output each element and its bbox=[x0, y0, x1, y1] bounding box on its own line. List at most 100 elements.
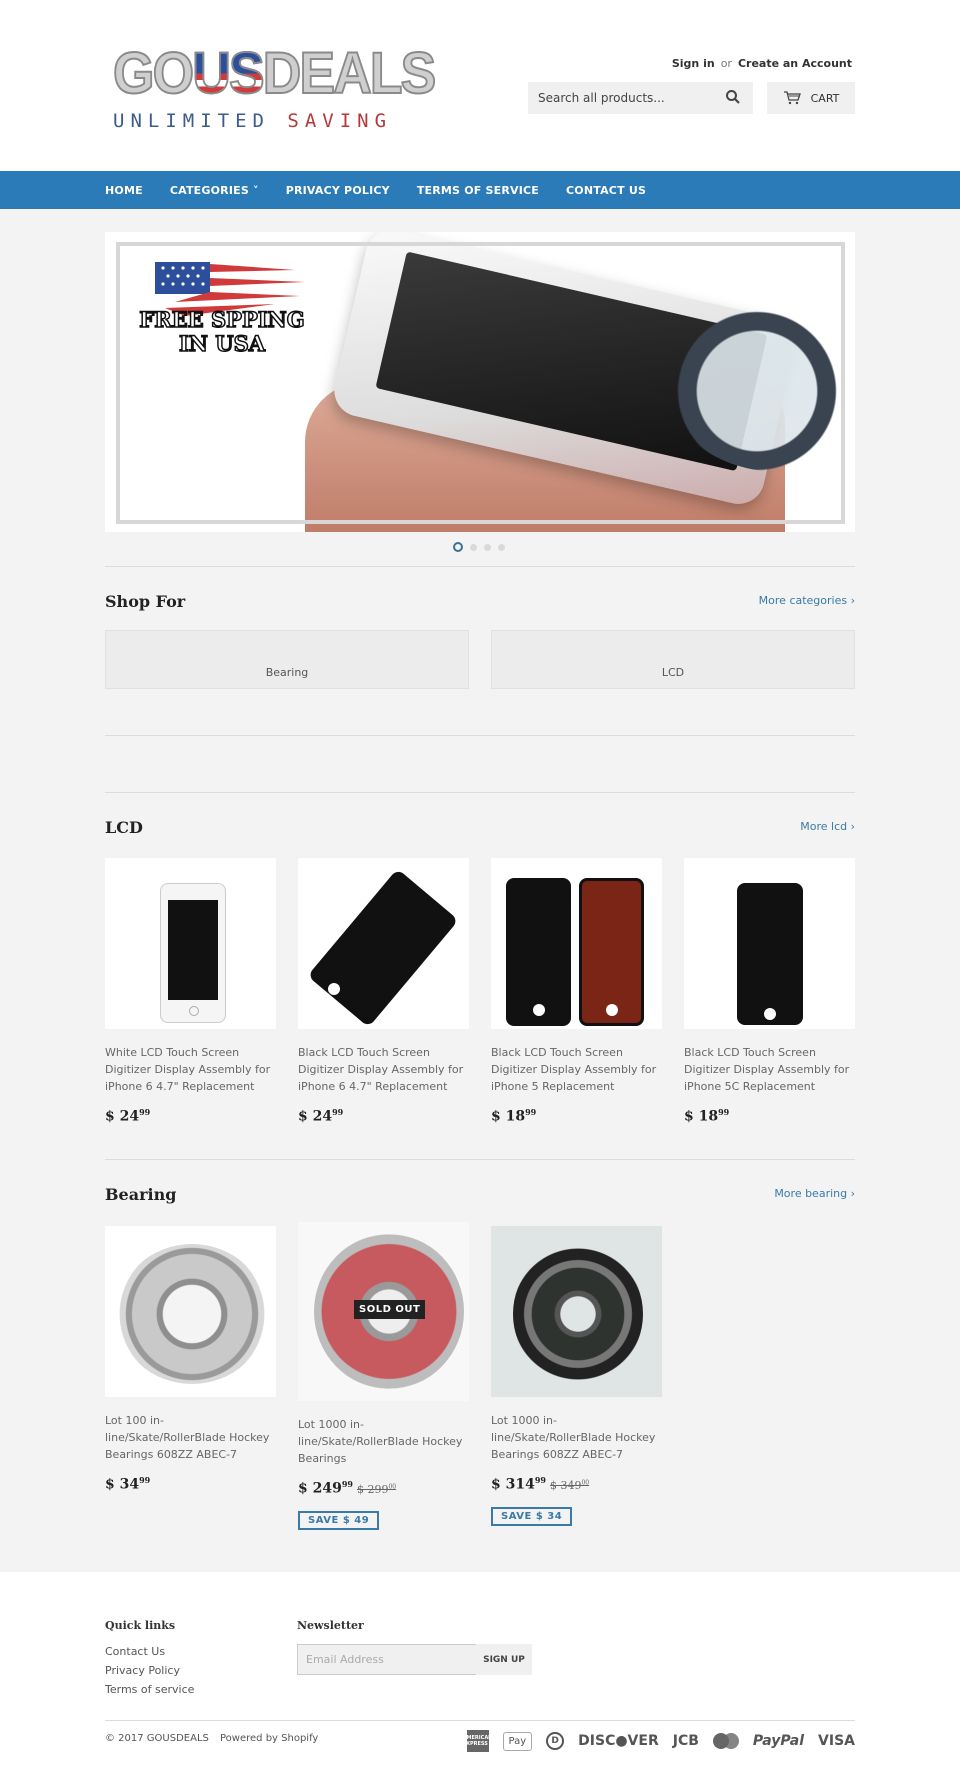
product-card[interactable]: Black LCD Touch Screen Digitizer Display… bbox=[684, 858, 855, 1125]
diners-club-icon: D bbox=[546, 1732, 565, 1750]
product-card[interactable]: SOLD OUT Lot 1000 in-line/Skate/RollerBl… bbox=[298, 1222, 469, 1530]
shop-for-title: Shop For bbox=[105, 592, 186, 611]
bearing-section-title: Bearing bbox=[105, 1185, 177, 1204]
product-image bbox=[684, 858, 855, 1029]
slide-dot-4[interactable] bbox=[498, 543, 505, 551]
logo-wordmark: GOUSDEALS bbox=[112, 41, 437, 106]
slide-dot-2[interactable] bbox=[470, 543, 477, 551]
mastercard-icon bbox=[712, 1733, 739, 1749]
nav-home[interactable]: HOME bbox=[105, 184, 143, 197]
discover-icon: DISC●VER bbox=[578, 1733, 659, 1749]
search-button[interactable] bbox=[725, 89, 743, 107]
product-card[interactable]: Lot 1000 in-line/Skate/RollerBlade Hocke… bbox=[491, 1226, 662, 1526]
product-price: $ 1899 bbox=[491, 1107, 537, 1125]
product-image bbox=[298, 858, 469, 1029]
more-categories-link[interactable]: More categories › bbox=[759, 594, 855, 607]
logo-text-flag: US bbox=[191, 41, 265, 106]
nav-categories[interactable]: CATEGORIES ˅ bbox=[170, 184, 259, 197]
product-title: Black LCD Touch Screen Digitizer Display… bbox=[298, 1046, 464, 1093]
logo-tagline: UNLIMITED SAVING bbox=[113, 110, 398, 132]
product-price: $ 1899 bbox=[684, 1107, 730, 1125]
divider bbox=[105, 735, 855, 736]
or-text: or bbox=[720, 57, 732, 70]
logo-text-right: DEALS bbox=[262, 41, 437, 106]
slide-dot-1[interactable] bbox=[453, 542, 463, 552]
search-input[interactable] bbox=[538, 91, 725, 105]
footer-link-contact-us[interactable]: Contact Us bbox=[105, 1645, 165, 1658]
apple-pay-icon: Pay bbox=[502, 1731, 533, 1751]
product-image bbox=[105, 1226, 276, 1397]
hero-slideshow[interactable]: FREE SPPING IN USA bbox=[105, 232, 855, 532]
product-title: Lot 100 in-line/Skate/RollerBlade Hockey… bbox=[105, 1414, 270, 1461]
category-bearing[interactable]: Bearing bbox=[105, 630, 469, 689]
product-image bbox=[491, 858, 662, 1029]
visa-icon: VISA bbox=[818, 1733, 855, 1749]
quick-links-title: Quick links bbox=[105, 1619, 176, 1632]
cart-button[interactable]: CART bbox=[767, 82, 855, 114]
bearing-product-grid: Lot 100 in-line/Skate/RollerBlade Hockey… bbox=[105, 1222, 662, 1530]
save-badge: SAVE $ 49 bbox=[298, 1510, 380, 1530]
main-nav: HOME CATEGORIES ˅ PRIVACY POLICY TERMS O… bbox=[0, 171, 960, 209]
compare-price: $ 29900 bbox=[356, 1482, 397, 1496]
save-badge: SAVE $ 34 bbox=[491, 1506, 573, 1526]
product-price: $ 2499 bbox=[105, 1107, 151, 1125]
create-account-link[interactable]: Create an Account bbox=[738, 57, 852, 70]
site-logo[interactable]: GOUSDEALS UNLIMITED SAVING bbox=[112, 41, 437, 144]
product-card[interactable]: Black LCD Touch Screen Digitizer Display… bbox=[491, 858, 662, 1125]
product-title: Black LCD Touch Screen Digitizer Display… bbox=[491, 1046, 657, 1093]
product-card[interactable]: Black LCD Touch Screen Digitizer Display… bbox=[298, 858, 469, 1125]
slideshow-dots bbox=[453, 542, 505, 552]
sign-in-link[interactable]: Sign in bbox=[672, 57, 715, 70]
search-form bbox=[528, 82, 753, 114]
nav-terms-of-service[interactable]: TERMS OF SERVICE bbox=[417, 184, 539, 197]
newsletter-title: Newsletter bbox=[297, 1619, 364, 1632]
sold-out-badge: SOLD OUT bbox=[354, 1300, 426, 1319]
product-price: $ 2499 bbox=[298, 1107, 344, 1125]
product-price: $ 31499 $ 34900 bbox=[491, 1475, 590, 1493]
site-header: GOUSDEALS UNLIMITED SAVING Sign in or Crea… bbox=[0, 0, 960, 171]
copyright-text: © 2017 GOUSDEALS bbox=[105, 1733, 209, 1744]
more-lcd-link[interactable]: More lcd › bbox=[800, 820, 855, 833]
product-title: Lot 1000 in-line/Skate/RollerBlade Hocke… bbox=[491, 1414, 656, 1461]
newsletter-signup-button[interactable]: SIGN UP bbox=[476, 1644, 532, 1675]
free-shipping-text: FREE SPPING IN USA bbox=[127, 307, 317, 357]
product-image bbox=[105, 858, 276, 1029]
footer-link-terms-of-service[interactable]: Terms of service bbox=[105, 1683, 194, 1696]
product-title: Black LCD Touch Screen Digitizer Display… bbox=[684, 1046, 850, 1093]
product-price: $ 3499 bbox=[105, 1475, 151, 1493]
product-card[interactable]: Lot 100 in-line/Skate/RollerBlade Hockey… bbox=[105, 1226, 276, 1493]
nav-privacy-policy[interactable]: PRIVACY POLICY bbox=[286, 184, 390, 197]
free-shipping-line2: IN USA bbox=[178, 331, 266, 357]
payment-icons: AMERICAN EXPRESS Pay D DISC●VER JCB PayP… bbox=[463, 1730, 855, 1752]
newsletter-email-input[interactable] bbox=[297, 1644, 477, 1675]
powered-by-shopify-link[interactable]: Powered by Shopify bbox=[220, 1733, 318, 1744]
product-image: SOLD OUT bbox=[298, 1222, 469, 1401]
cart-icon bbox=[783, 91, 801, 105]
tagline-right: SAVING bbox=[287, 110, 393, 132]
divider bbox=[105, 1720, 855, 1721]
account-links: Sign in or Create an Account bbox=[672, 57, 852, 70]
product-title: Lot 1000 in-line/Skate/RollerBlade Hocke… bbox=[298, 1418, 463, 1465]
tagline-left: UNLIMITED bbox=[113, 110, 270, 132]
product-image bbox=[491, 1226, 662, 1397]
logo-text-left: GO bbox=[112, 41, 195, 106]
divider bbox=[105, 792, 855, 793]
lcd-product-grid: White LCD Touch Screen Digitizer Display… bbox=[105, 858, 855, 1125]
footer-link-privacy-policy[interactable]: Privacy Policy bbox=[105, 1664, 180, 1677]
category-lcd[interactable]: LCD bbox=[491, 630, 855, 689]
free-shipping-line1: FREE SPPING bbox=[139, 307, 306, 333]
product-card[interactable]: White LCD Touch Screen Digitizer Display… bbox=[105, 858, 276, 1125]
slide-dot-3[interactable] bbox=[484, 543, 491, 551]
divider bbox=[105, 1159, 855, 1160]
product-title: White LCD Touch Screen Digitizer Display… bbox=[105, 1046, 271, 1093]
cart-label: CART bbox=[810, 91, 840, 105]
search-icon bbox=[726, 90, 740, 104]
lcd-section-title: LCD bbox=[105, 818, 143, 837]
nav-contact-us[interactable]: CONTACT US bbox=[566, 184, 646, 197]
paypal-icon: PayPal bbox=[752, 1733, 805, 1749]
amex-icon: AMERICAN EXPRESS bbox=[463, 1730, 492, 1752]
jcb-icon: JCB bbox=[672, 1733, 699, 1749]
divider bbox=[105, 566, 855, 567]
compare-price: $ 34900 bbox=[549, 1478, 590, 1492]
more-bearing-link[interactable]: More bearing › bbox=[774, 1187, 855, 1200]
